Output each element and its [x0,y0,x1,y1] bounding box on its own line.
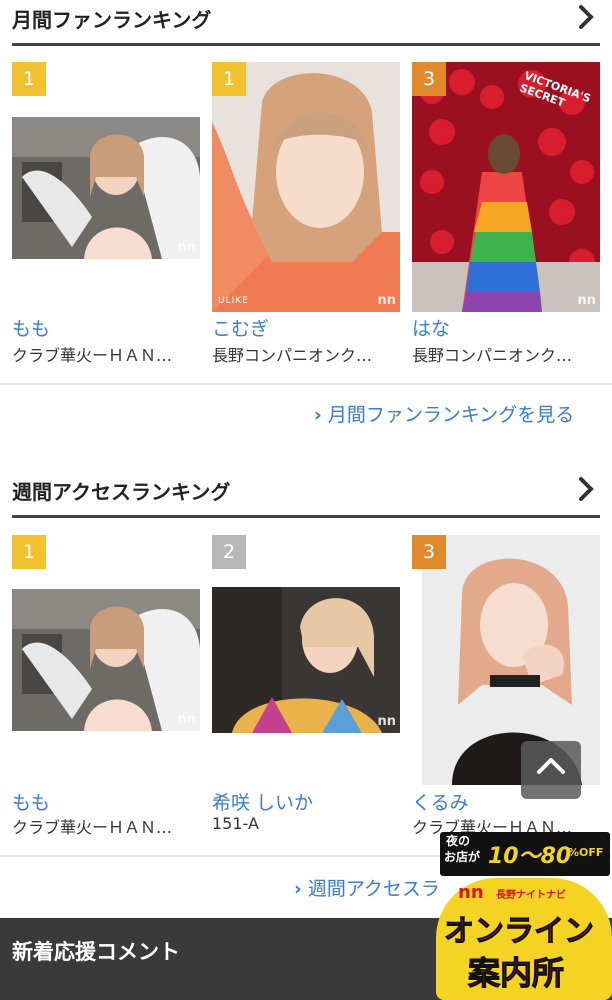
monthly-card-3[interactable]: VICTORIA'S SECRET nn 3 はな 長野コンパニオンク… [412,62,602,365]
new-comments-title: 新着応援コメント [12,940,180,964]
chevron-right-icon: › [314,404,322,426]
photo-caption: ULIKE [218,296,249,306]
cast-name[interactable]: 希咲 しいか [212,788,313,815]
cast-photo[interactable]: nn [12,117,200,259]
rank-badge: 2 [212,535,246,569]
banner-line1a: 夜の [446,834,471,848]
monthly-ranking-title: 月間ファンランキング [12,8,212,32]
rank-badge: 3 [412,535,446,569]
rank-badge: 3 [412,62,446,96]
monthly-more-link[interactable]: › 月間ファンランキングを見る [314,400,574,427]
banner-discount: 10〜80 [488,844,572,869]
cast-photo[interactable]: VICTORIA'S SECRET nn [412,62,600,312]
chevron-right-icon: › [294,878,302,900]
online-guide-banner[interactable]: 夜の お店が 10〜80 %OFF nn 長野ナイトナビ オンライン 案内所 [436,832,612,1000]
weekly-card-2[interactable]: 2 nn 希咲 しいか 151-A [212,535,402,835]
watermark-logo: nn [577,293,596,308]
weekly-more-link[interactable]: › 週間アクセスラ [294,874,440,901]
banner-line2: オンライン [444,914,595,950]
cast-name[interactable]: くるみ [412,788,469,815]
watermark-logo: nn [177,240,196,255]
rank-badge: 1 [12,535,46,569]
weekly-ranking-header[interactable]: 週間アクセスランキング [12,472,600,518]
shop-name: 長野コンパニオンク… [412,346,573,365]
shop-name: クラブ華火ーＨＡＮ… [12,346,173,365]
rank-badge: 1 [12,62,46,96]
shop-name: 長野コンパニオンク… [212,346,373,365]
banner-subtitle: 長野ナイトナビ [496,890,566,901]
watermark-logo: nn [377,714,396,729]
chevron-right-icon[interactable] [576,2,598,32]
monthly-card-1[interactable]: 1 nn もも クラブ華火ーＨＡＮ… [12,62,202,365]
shop-name: 151-A [212,814,259,833]
scroll-to-top-button[interactable] [521,741,581,799]
weekly-more-link-label: 週間アクセスラ [307,878,440,900]
banner-logo: nn [458,882,484,903]
shop-name: クラブ華火ーＨＡＮ… [12,818,173,837]
cast-name[interactable]: こむぎ [212,314,269,341]
cast-photo[interactable]: nn [212,587,400,733]
discount-strip: 夜の お店が 10〜80 %OFF [440,832,610,876]
cast-name[interactable]: もも [12,314,50,341]
cast-photo[interactable]: ULIKE nn [212,62,400,312]
monthly-card-2[interactable]: ULIKE nn 1 こむぎ 長野コンパニオンク… [212,62,402,365]
banner-line3: 案内所 [467,954,565,993]
rank-badge: 1 [212,62,246,96]
weekly-card-1[interactable]: 1 nn もも クラブ華火ーＨＡＮ… [12,535,202,837]
watermark-logo: nn [377,293,396,308]
section-divider [0,383,612,385]
banner-body: nn 長野ナイトナビ オンライン 案内所 [436,878,612,1000]
cast-name[interactable]: はな [412,314,450,341]
watermark-logo: nn [177,712,196,727]
banner-line1b: お店が [444,850,481,864]
monthly-more-link-label: 月間ファンランキングを見る [327,404,575,426]
chevron-up-icon [537,758,565,774]
cast-photo[interactable]: nn [12,589,200,731]
chevron-right-icon[interactable] [576,474,598,504]
banner-percent: %OFF [568,846,604,859]
weekly-ranking-title: 週間アクセスランキング [12,480,231,504]
monthly-ranking-header[interactable]: 月間ファンランキング [12,0,600,46]
cast-name[interactable]: もも [12,788,50,815]
